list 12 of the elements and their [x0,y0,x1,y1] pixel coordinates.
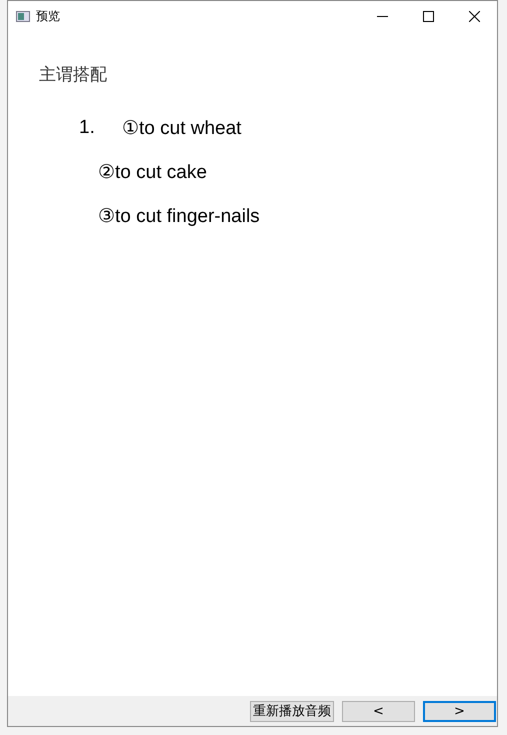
heading: 主谓搭配 [39,64,108,86]
app-icon [16,10,30,22]
close-icon [468,10,480,22]
list-item: ①to cut wheat [122,117,242,140]
replay-audio-button[interactable]: 重新播放音频 [250,700,334,722]
next-button[interactable]: > [423,700,496,722]
window-title: 预览 [36,8,60,24]
previous-button[interactable]: < [342,700,415,722]
list-number: 1. [79,117,96,139]
list-item: ③to cut finger-nails [98,205,260,228]
maximize-icon [422,10,434,22]
list-item: ②to cut cake [98,161,207,184]
